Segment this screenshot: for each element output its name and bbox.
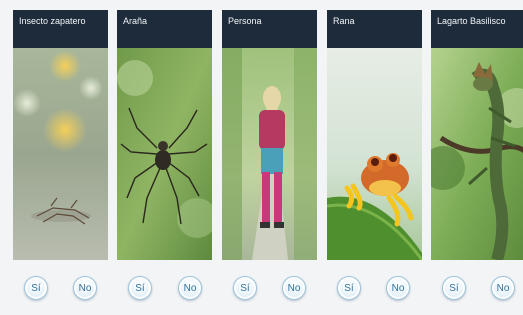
card-title: Persona [222, 10, 317, 48]
yes-label: Sí [135, 282, 145, 294]
no-label: No [496, 282, 510, 294]
card-basilisk-lizard: Lagarto Basilisco [431, 10, 523, 260]
card-1-no-button[interactable]: No [73, 276, 97, 300]
card-title: Rana [327, 10, 422, 48]
yes-label: Sí [240, 282, 250, 294]
card-5-no-button[interactable]: No [491, 276, 515, 300]
card-2-yes-button[interactable]: Sí [128, 276, 152, 300]
spider-photo-icon [117, 48, 212, 260]
card-1-yes-button[interactable]: Sí [24, 276, 48, 300]
card-frog: Rana [327, 10, 422, 260]
card-5-yes-button[interactable]: Sí [442, 276, 466, 300]
card-person: Persona [222, 10, 317, 260]
yes-label: Sí [31, 282, 41, 294]
card-3-no-button[interactable]: No [282, 276, 306, 300]
card-water-strider: Insecto zapatero [13, 10, 108, 260]
frog-photo-icon [327, 48, 422, 260]
no-label: No [78, 282, 92, 294]
card-title: Araña [117, 10, 212, 48]
yes-label: Sí [344, 282, 354, 294]
card-title: Lagarto Basilisco [431, 10, 523, 48]
card-spider: Araña [117, 10, 212, 260]
person-photo-icon [222, 48, 317, 260]
no-label: No [391, 282, 405, 294]
card-3-yes-button[interactable]: Sí [233, 276, 257, 300]
card-title: Insecto zapatero [13, 10, 108, 48]
yes-label: Sí [449, 282, 459, 294]
basilisk-lizard-photo-icon [431, 48, 523, 260]
card-4-yes-button[interactable]: Sí [337, 276, 361, 300]
water-strider-photo-icon [13, 48, 108, 260]
card-2-no-button[interactable]: No [178, 276, 202, 300]
card-4-no-button[interactable]: No [386, 276, 410, 300]
no-label: No [183, 282, 197, 294]
no-label: No [287, 282, 301, 294]
